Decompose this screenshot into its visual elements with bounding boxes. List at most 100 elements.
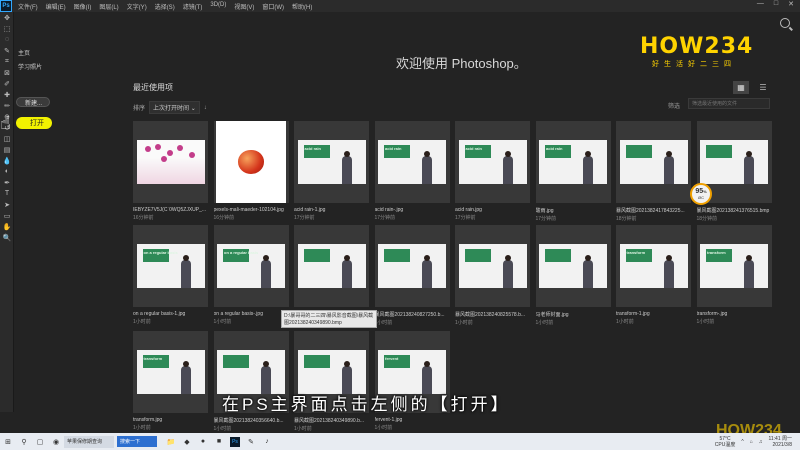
recent-file-card[interactable]: 马老师封面.jpg 1小时前 [535, 225, 611, 326]
task-view-icon[interactable]: ▢ [35, 437, 45, 447]
move-icon[interactable]: ✥ [0, 12, 14, 23]
gradient-icon[interactable]: ▤ [0, 144, 14, 155]
file-explorer-icon[interactable]: 📁 [166, 437, 176, 447]
hand-icon[interactable]: ✋ [0, 221, 14, 232]
dodge-icon[interactable]: ◐ [0, 166, 14, 177]
menu-item[interactable]: 图像(I) [74, 2, 92, 11]
app-icon[interactable]: ✎ [246, 437, 256, 447]
file-thumbnail[interactable]: transform [133, 331, 208, 413]
recent-file-card[interactable]: 暴风截图202138241376515.bmp 18分钟前 [696, 121, 772, 222]
recent-file-card[interactable]: transform transform-.jpg 1小时前 [696, 225, 772, 325]
volume-icon[interactable]: ♫ [759, 439, 763, 445]
recent-file-card[interactable]: acid rain acid rain-1.jpg 17分钟前 [294, 121, 369, 221]
file-thumbnail[interactable]: acid rain [374, 121, 450, 203]
frame-icon[interactable]: ⊠ [0, 67, 14, 78]
crop-icon[interactable]: ⌗ [0, 56, 14, 67]
brush-icon[interactable]: ✏ [0, 100, 14, 111]
recent-file-card[interactable]: 暴风截图202138240349890.b... 1小时前 [294, 331, 369, 432]
app-icon[interactable]: ◆ [182, 437, 192, 447]
tab-home[interactable]: 主页 [18, 50, 98, 59]
blur-icon[interactable]: 💧 [0, 155, 14, 166]
app-icon[interactable]: ■ [214, 437, 224, 447]
app-icon[interactable]: ♪ [262, 437, 272, 447]
type-icon[interactable]: T [0, 188, 14, 199]
recent-file-card[interactable]: acid rain 酸雨.jpg 17分钟前 [535, 121, 611, 222]
pen-icon[interactable]: ✒ [0, 177, 14, 188]
menu-item[interactable]: 文件(F) [18, 2, 38, 11]
open-button[interactable]: 打开 [16, 117, 52, 129]
file-thumbnail[interactable]: acid rain [455, 121, 530, 203]
tray-arrow-icon[interactable]: ^ [741, 439, 743, 445]
file-thumbnail[interactable]: acid rain [535, 121, 611, 203]
tab-learn[interactable]: 学习照片 [18, 64, 98, 73]
sort-value: 上次打开时间 [153, 106, 190, 112]
file-thumbnail[interactable] [294, 225, 369, 307]
recent-file-card[interactable]: acid rain acid rain-.jpg 17分钟前 [374, 121, 450, 221]
maximize-button[interactable]: □ [774, 0, 778, 8]
recent-file-card[interactable]: IEBYZE7V5J(C`0WQ5ZJXUP_... 16分钟前 [133, 121, 208, 221]
quick-select-icon[interactable]: ✎ [0, 45, 14, 56]
recent-file-card[interactable]: 暴风截图202138240827250.b... 1小时前 [374, 225, 450, 326]
file-thumbnail[interactable] [133, 121, 208, 203]
file-thumbnail[interactable]: acid rain [294, 121, 369, 203]
app-icon[interactable]: ● [198, 437, 208, 447]
file-thumbnail[interactable]: transform [616, 225, 691, 307]
path-select-icon[interactable]: ➤ [0, 199, 14, 210]
menu-item[interactable]: 滤镜(T) [183, 2, 203, 11]
recent-file-card[interactable]: transform transform-1.jpg 1小时前 [616, 225, 691, 325]
zoom-icon[interactable]: 🔍 [0, 232, 14, 243]
rectangle-icon[interactable]: ▭ [0, 210, 14, 221]
sort-direction-icon[interactable]: ↓ [204, 105, 207, 111]
recent-file-card[interactable]: 暴风截图202138240356640.b... 1小时前 [213, 331, 289, 432]
eyedropper-icon[interactable]: ✐ [0, 78, 14, 89]
file-thumbnail[interactable] [535, 225, 611, 307]
list-view-icon[interactable]: ☰ [755, 81, 771, 94]
search-icon[interactable]: ⚲ [19, 437, 29, 447]
file-thumbnail[interactable]: transform [696, 225, 772, 307]
recent-file-card[interactable]: fervent fervent-1.jpg 1小时前 [374, 331, 450, 431]
slide-board-text: transform [626, 250, 646, 255]
file-thumbnail[interactable] [455, 225, 530, 307]
new-label: 新建... [25, 100, 43, 107]
menu-item[interactable]: 3D(D) [210, 2, 226, 11]
clock[interactable]: 11:41 周一 2021/3/8 [768, 436, 792, 448]
healing-icon[interactable]: ✚ [0, 89, 14, 100]
grid-view-icon[interactable]: ▦ [733, 81, 749, 94]
network-icon[interactable]: ⌂ [750, 439, 753, 445]
menu-item[interactable]: 选择(S) [155, 2, 175, 11]
file-thumbnail[interactable] [213, 121, 289, 203]
menu-item[interactable]: 编辑(E) [46, 2, 66, 11]
recent-file-card[interactable]: acid rain acid rain.jpg 17分钟前 [455, 121, 530, 221]
minimize-button[interactable]: — [757, 0, 764, 8]
file-thumbnail[interactable] [374, 225, 450, 307]
file-name: acid rain-.jpg [374, 207, 404, 213]
recent-file-card[interactable]: 暴风截图2021382417843225... 18分钟前 [616, 121, 691, 222]
file-thumbnail[interactable] [616, 121, 691, 203]
marquee-icon[interactable]: ⬚ [0, 23, 14, 34]
lasso-icon[interactable]: ◌ [0, 34, 14, 45]
windows-start-icon[interactable]: ⊞ [3, 437, 13, 447]
browser-icon[interactable]: ◉ [51, 437, 61, 447]
menu-item[interactable]: 视图(V) [234, 2, 254, 11]
recent-file-card[interactable]: on a regular basis on a regular basis-.jp… [213, 225, 289, 325]
menu-item[interactable]: 窗口(W) [262, 2, 284, 11]
slide-board-text: on a regular basis [143, 250, 178, 255]
eraser-icon[interactable]: ◫ [0, 133, 14, 144]
file-thumbnail[interactable]: on a regular basis [133, 225, 208, 307]
sort-select[interactable]: 上次打开时间 ⌄ [149, 101, 200, 114]
menu-item[interactable]: 图层(L) [99, 2, 118, 11]
menu-item[interactable]: 文字(Y) [127, 2, 147, 11]
recent-file-card[interactable]: on a regular basis on a regular basis-1.j… [133, 225, 208, 325]
filter-input[interactable] [688, 98, 770, 109]
close-button[interactable]: ✕ [788, 0, 794, 8]
file-thumbnail[interactable]: on a regular basis [213, 225, 289, 307]
photoshop-taskbar-icon[interactable]: Ps [230, 436, 240, 447]
recent-file-card[interactable]: pexels-mali-maeder-102104.jpg 16分钟前 [213, 121, 289, 221]
search-icon[interactable] [780, 18, 790, 28]
taskbar-search-button[interactable]: 搜索一下 [117, 436, 157, 447]
menu-item[interactable]: 帮助(H) [292, 2, 312, 11]
recent-file-card[interactable]: transform transform.jpg 1小时前 [133, 331, 208, 431]
taskbar-browser-item[interactable]: 苹果保修期查询 [64, 435, 114, 448]
recent-file-card[interactable]: 暴风截图202138240825578.b... 1小时前 [455, 225, 530, 326]
new-button[interactable]: 新建... [16, 97, 50, 107]
